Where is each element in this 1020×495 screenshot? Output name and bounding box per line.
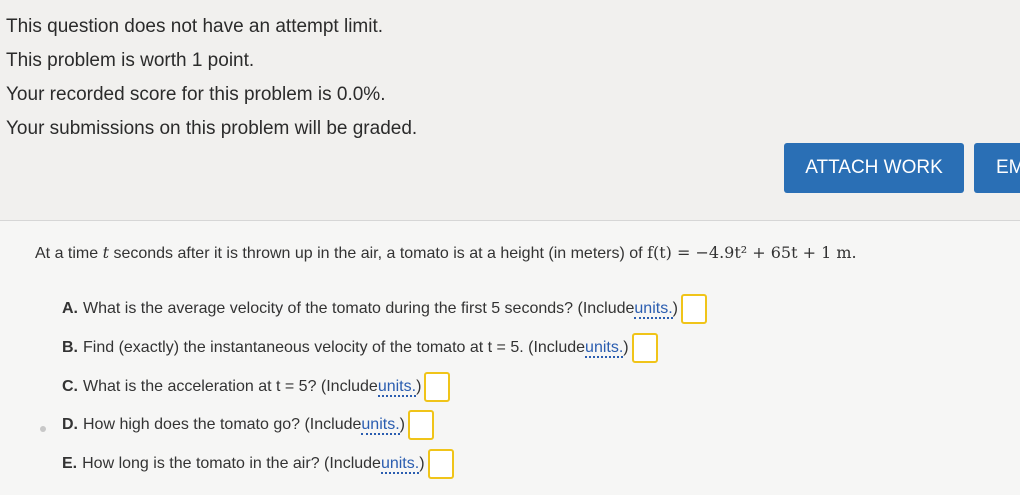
units-link[interactable]: units. bbox=[380, 455, 420, 474]
attempt-limit-text: This question does not have an attempt l… bbox=[6, 16, 384, 37]
answer-input-d[interactable] bbox=[407, 410, 434, 440]
question-b: B. Find (exactly) the instantaneous velo… bbox=[62, 333, 658, 363]
answer-input-c[interactable] bbox=[424, 372, 451, 402]
answer-input-b[interactable] bbox=[631, 333, 658, 363]
bullet-dot bbox=[40, 426, 46, 432]
answer-input-a[interactable] bbox=[680, 294, 707, 324]
email-button[interactable]: EM bbox=[974, 143, 1020, 193]
answer-input-e[interactable] bbox=[427, 449, 454, 479]
height-function: f(t) = −4.9t² + 65t + 1 m. bbox=[647, 243, 857, 262]
score-text: Your recorded score for this problem is … bbox=[6, 84, 386, 105]
problem-statement: At a time t seconds after it is thrown u… bbox=[35, 243, 857, 262]
problem-info: This question does not have an attempt l… bbox=[6, 10, 417, 146]
question-c: C. What is the acceleration at t = 5? (I… bbox=[62, 372, 451, 402]
units-link[interactable]: units. bbox=[361, 416, 400, 435]
units-link[interactable]: units. bbox=[585, 339, 624, 358]
question-a: A. What is the average velocity of the t… bbox=[62, 294, 707, 324]
points-text: This problem is worth 1 point. bbox=[6, 50, 255, 71]
units-link[interactable]: units. bbox=[634, 300, 673, 319]
question-e: E. How long is the tomato in the air? (I… bbox=[62, 449, 454, 479]
units-link[interactable]: units. bbox=[377, 378, 417, 397]
attach-work-button[interactable]: ATTACH WORK bbox=[784, 143, 964, 193]
graded-text: Your submissions on this problem will be… bbox=[6, 118, 418, 139]
question-d: D. How high does the tomato go? (Include… bbox=[62, 410, 434, 440]
